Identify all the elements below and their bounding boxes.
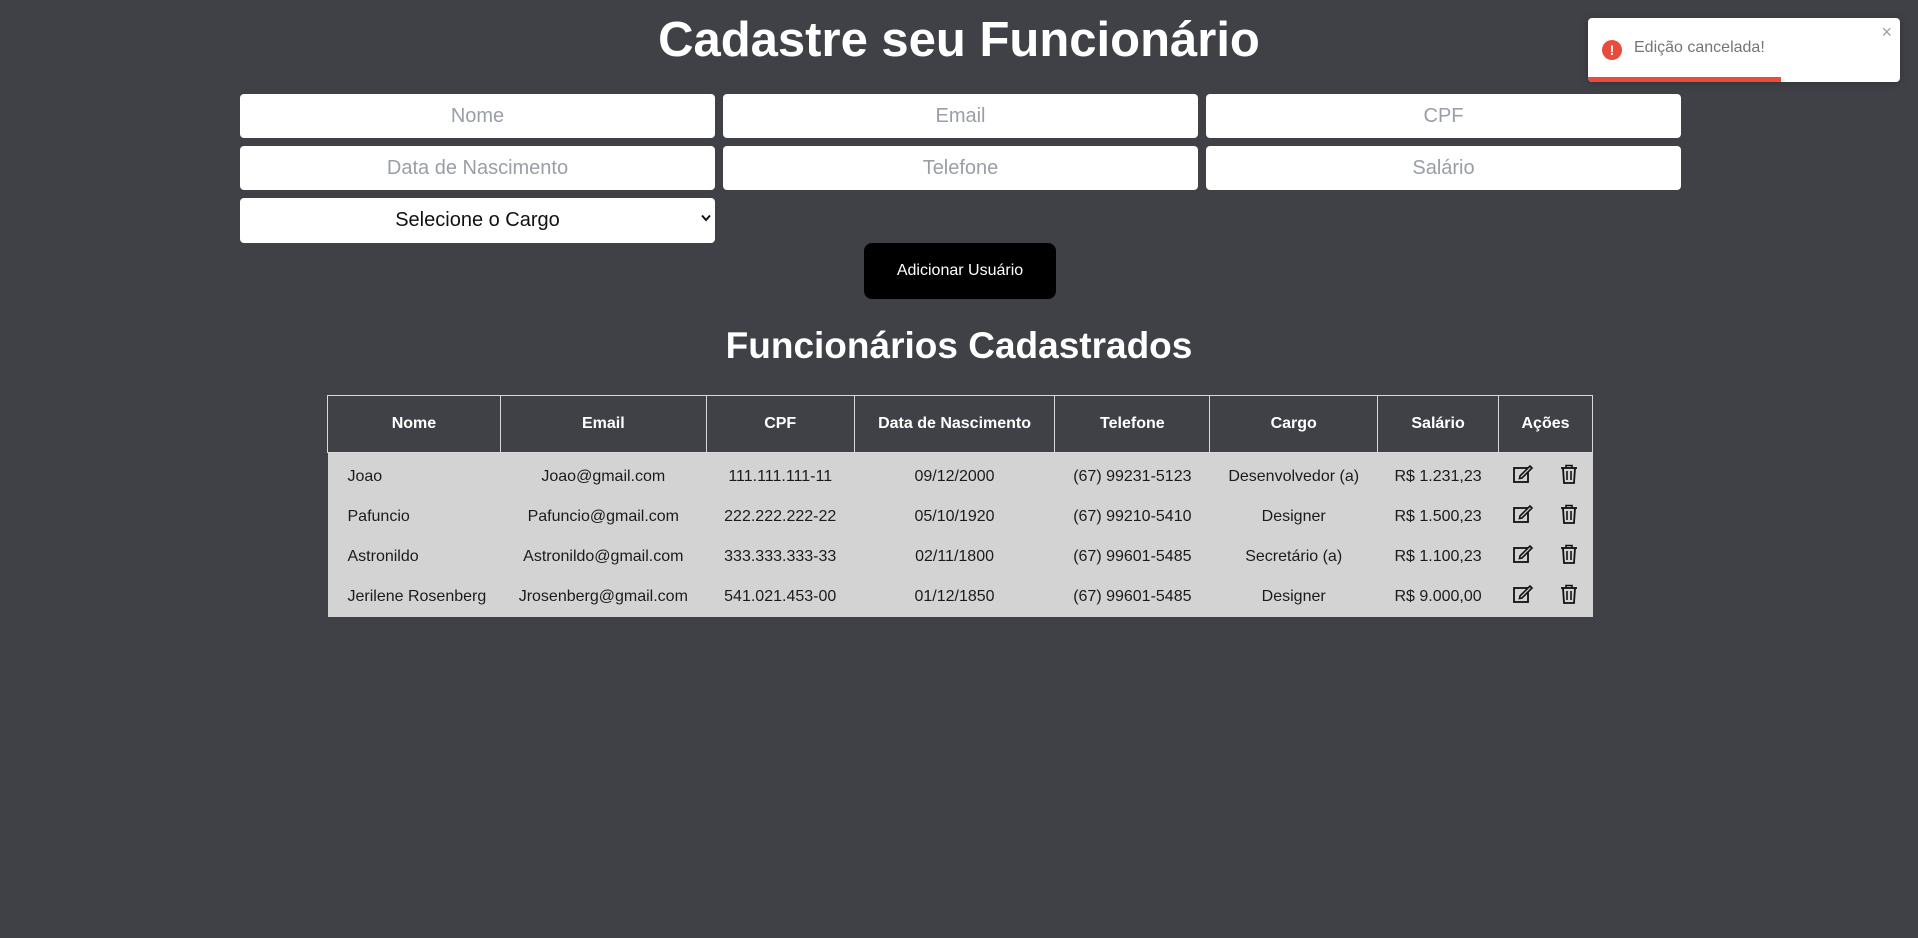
section-title: Funcionários Cadastrados <box>725 325 1193 366</box>
cell-birthdate: 05/10/1920 <box>854 497 1055 537</box>
birthdate-input[interactable]: Data de Nascimento <box>240 146 715 190</box>
cell-name: Joao <box>327 452 501 497</box>
cell-birthdate: 02/11/1800 <box>854 537 1055 577</box>
cell-cpf: 541.021.453-00 <box>706 577 855 617</box>
column-header-email: Email <box>499 395 707 453</box>
toast-progress-bar <box>1588 77 1782 82</box>
role-select-value: Selecione o Cargo <box>395 209 560 231</box>
cell-actions <box>1498 497 1593 537</box>
cell-salary: R$ 1.231,23 <box>1377 452 1499 497</box>
row-actions <box>1499 503 1593 525</box>
table-row: Pafuncio Pafuncio@gmail.com 222.222.222-… <box>327 497 1593 537</box>
cell-phone: (67) 99210-5410 <box>1054 497 1210 537</box>
email-input[interactable]: Email <box>723 94 1198 138</box>
column-header-salario: Salário <box>1377 395 1499 453</box>
table-row: Joao Joao@gmail.com 111.111.111-11 09/12… <box>327 452 1593 497</box>
toast-notification[interactable]: ! Edição cancelada! × <box>1588 18 1900 82</box>
column-header-nome: Nome <box>327 395 501 453</box>
cell-salary: R$ 1.500,23 <box>1377 497 1499 537</box>
column-header-cpf: CPF <box>705 395 855 453</box>
cell-salary: R$ 1.100,23 <box>1377 537 1499 577</box>
close-icon[interactable]: × <box>1881 22 1892 43</box>
cell-birthdate: 01/12/1850 <box>854 577 1055 617</box>
cell-email: Jrosenberg@gmail.com <box>500 577 707 617</box>
row-actions <box>1499 543 1593 565</box>
cell-phone: (67) 99601-5485 <box>1054 577 1210 617</box>
phone-input[interactable]: Telefone <box>723 146 1198 190</box>
trash-icon[interactable] <box>1558 503 1580 525</box>
trash-icon[interactable] <box>1558 583 1580 605</box>
cell-birthdate: 09/12/2000 <box>854 452 1055 497</box>
table-row: Astronildo Astronildo@gmail.com 333.333.… <box>327 537 1593 577</box>
column-header-acoes: Ações <box>1498 395 1593 453</box>
table-row: Jerilene Rosenberg Jrosenberg@gmail.com … <box>327 577 1593 617</box>
row-actions <box>1499 583 1593 605</box>
cell-actions <box>1498 537 1593 577</box>
name-input[interactable]: Nome <box>240 94 715 138</box>
cell-actions <box>1498 452 1593 497</box>
cell-role: Designer <box>1209 577 1378 617</box>
cell-email: Astronildo@gmail.com <box>500 537 707 577</box>
cell-actions <box>1498 577 1593 617</box>
column-header-nascimento: Data de Nascimento <box>853 395 1056 453</box>
cell-name: Jerilene Rosenberg <box>327 577 501 617</box>
cell-salary: R$ 9.000,00 <box>1377 577 1499 617</box>
cell-name: Pafuncio <box>327 497 501 537</box>
chevron-down-icon <box>701 209 711 225</box>
toast-message: Edição cancelada! <box>1634 39 1765 56</box>
cell-cpf: 333.333.333-33 <box>706 537 855 577</box>
cell-phone: (67) 99601-5485 <box>1054 537 1210 577</box>
column-header-cargo: Cargo <box>1209 395 1379 453</box>
role-select[interactable]: Selecione o Cargo <box>240 198 715 243</box>
cell-role: Secretário (a) <box>1209 537 1378 577</box>
edit-icon[interactable] <box>1512 503 1534 525</box>
cell-cpf: 111.111.111-11 <box>706 452 855 497</box>
trash-icon[interactable] <box>1558 463 1580 485</box>
column-header-telefone: Telefone <box>1054 395 1211 453</box>
salary-input[interactable]: Salário <box>1206 146 1681 190</box>
error-icon: ! <box>1602 40 1622 60</box>
cell-email: Pafuncio@gmail.com <box>500 497 707 537</box>
employee-table: Nome Email CPF Data de Nascimento Telefo… <box>327 395 1593 617</box>
cell-cpf: 222.222.222-22 <box>706 497 855 537</box>
edit-icon[interactable] <box>1512 463 1534 485</box>
cell-role: Designer <box>1209 497 1378 537</box>
trash-icon[interactable] <box>1558 543 1580 565</box>
edit-icon[interactable] <box>1512 543 1534 565</box>
add-user-button[interactable]: Adicionar Usuário <box>864 243 1056 299</box>
cell-name: Astronildo <box>327 537 501 577</box>
cpf-input[interactable]: CPF <box>1206 94 1681 138</box>
employee-form: Nome Email CPF Data de Nascimento Telefo… <box>240 94 1681 243</box>
cell-email: Joao@gmail.com <box>500 452 707 497</box>
row-actions <box>1499 463 1593 485</box>
cell-role: Desenvolvedor (a) <box>1209 452 1378 497</box>
edit-icon[interactable] <box>1512 583 1534 605</box>
cell-phone: (67) 99231-5123 <box>1054 452 1210 497</box>
table-header-row: Nome Email CPF Data de Nascimento Telefo… <box>327 395 1593 453</box>
